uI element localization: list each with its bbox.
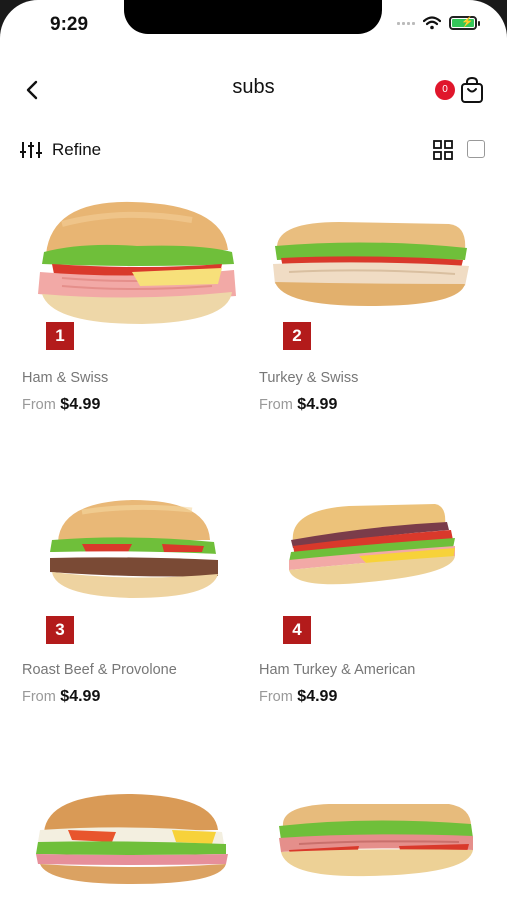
product-card-2[interactable]: 2 Turkey & Swiss From $4.99 [259,194,489,419]
status-time: 9:29 [50,14,89,35]
product-number-tag: 1 [46,322,74,350]
price-prefix: From [22,397,56,413]
product-card-3[interactable]: 3 Roast Beef & Provolone From $4.99 [22,490,252,715]
list-view-icon[interactable] [467,140,485,158]
product-price-row: From $4.99 [259,396,337,414]
cart-button[interactable]: 0 [435,76,485,104]
product-price-row: From $4.99 [22,688,100,706]
sandwich-image [38,201,236,324]
product-price: $4.99 [297,688,338,705]
product-number-tag: 3 [46,616,74,644]
product-card-6[interactable] [259,786,489,900]
sandwich-image [279,804,473,877]
shopping-bag-icon [461,76,483,103]
app-screen: 9:29 ⚡ subs 0 Refine 1 Ham & Swiss From … [0,0,507,900]
product-number-tag: 2 [283,322,311,350]
product-card-5[interactable] [22,786,252,900]
product-name: Roast Beef & Provolone [22,662,177,678]
sandwich-image [50,500,218,598]
sliders-icon [20,142,42,158]
refine-label: Refine [52,140,102,159]
product-price: $4.99 [60,396,101,413]
grid-view-icon[interactable] [433,140,453,160]
battery-icon: ⚡ [449,16,480,30]
sandwich-image [36,794,228,884]
product-name: Ham Turkey & American [259,662,416,678]
sandwich-image [289,504,455,585]
filter-bar: Refine [0,136,507,164]
product-price: $4.99 [297,396,338,413]
refine-button[interactable]: Refine [20,136,101,164]
price-prefix: From [259,397,293,413]
status-icons: ⚡ [397,16,480,30]
wifi-icon [423,16,441,30]
price-prefix: From [259,689,293,705]
product-card-1[interactable]: 1 Ham & Swiss From $4.99 [22,194,252,419]
product-price-row: From $4.99 [259,688,337,706]
product-card-4[interactable]: 4 Ham Turkey & American From $4.99 [259,490,489,715]
cart-count-badge: 0 [435,80,455,100]
header: subs 0 [0,70,507,110]
signal-icon [397,21,415,25]
product-price-row: From $4.99 [22,396,100,414]
product-price: $4.99 [60,688,101,705]
device-notch [124,0,382,34]
page-title: subs [232,76,275,98]
price-prefix: From [22,689,56,705]
product-name: Ham & Swiss [22,370,109,386]
sandwich-image [273,222,469,306]
product-number-tag: 4 [283,616,311,644]
product-name: Turkey & Swiss [259,370,359,386]
